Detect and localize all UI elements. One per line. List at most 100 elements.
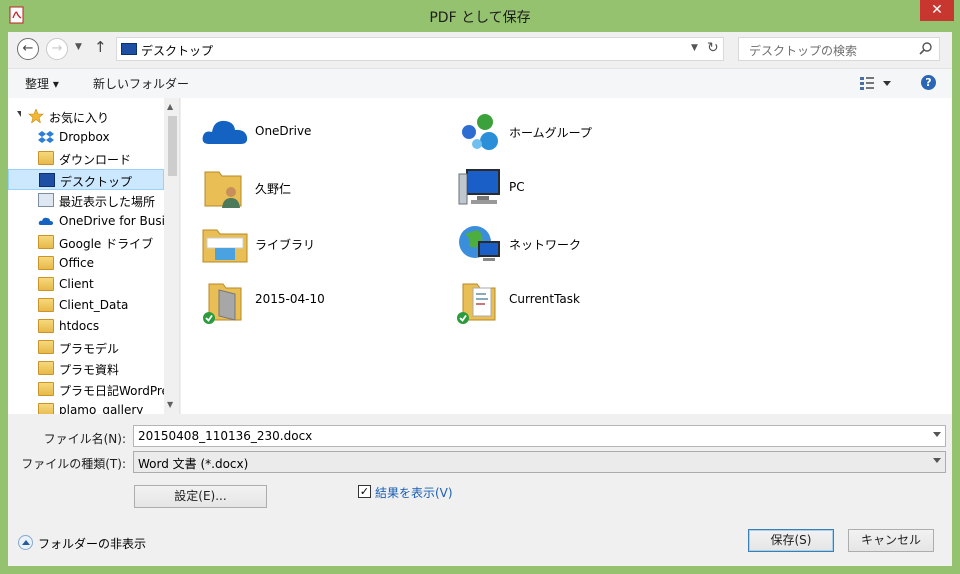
item-2015-04-10[interactable]: 2015-04-10 [201,276,451,328]
network-icon [459,226,500,261]
filename-field[interactable]: 20150408_110136_230.docx [133,425,946,447]
item-libraries[interactable]: ライブラリ [201,220,451,272]
nav-item-label: Dropbox [59,130,110,144]
filetype-select[interactable]: Word 文書 (*.docx) [133,451,946,473]
nav-item-label: 最近表示した場所 [59,195,156,209]
nav-item-label: htdocs [59,319,100,333]
nav-item-plamo-diary[interactable]: プラモ日記WordPress [8,379,164,400]
nav-item-client[interactable]: Client [8,274,164,295]
nav-item-office[interactable]: Office [8,253,164,274]
address-bar[interactable]: デスクトップ ▼ ↻ [116,37,724,61]
back-button[interactable]: ← [17,38,39,60]
nav-item-plamo-gallery[interactable]: plamo_gallery [8,400,164,414]
homegroup-icon [462,114,498,150]
nav-item-label: OneDrive for Business [59,214,164,228]
window-title: PDF として保存 [429,10,531,26]
nav-item-dropbox[interactable]: Dropbox [8,127,164,148]
onedrive-cloud-icon [202,120,248,144]
nav-item-label: お気に入り [49,111,110,125]
show-result-label[interactable]: 結果を表示(V) [375,484,453,501]
nav-pane-scrollbar[interactable]: ▲ ▼ [164,98,179,414]
change-view-icon[interactable] [858,74,892,92]
help-icon[interactable]: ? [921,75,936,90]
collapse-chevron-icon[interactable] [18,535,33,550]
item-label: OneDrive [255,124,312,138]
scrollbar-thumb[interactable] [168,116,177,176]
nav-item-desktop[interactable]: デスクトップ [8,169,164,190]
filetype-dropdown-icon[interactable] [933,458,941,463]
nav-item-google-drive[interactable]: Google ドライブ [8,232,164,253]
filename-value[interactable]: 20150408_110136_230.docx [138,429,312,443]
scroll-down-icon[interactable]: ▼ [167,400,173,409]
item-homegroup[interactable]: ホームグループ [455,108,705,160]
desktop-icon [39,173,55,187]
nav-item-label: Client [59,277,94,291]
show-result-checkbox[interactable]: ✓ [358,485,371,498]
folder-icon [38,277,54,291]
organize-button[interactable]: 整理 ▾ [25,75,59,92]
folder-icon [38,361,54,375]
nav-item-recent-places[interactable]: 最近表示した場所 [8,190,164,211]
folder-icon [38,256,54,270]
nav-item-label: Client_Data [59,298,129,312]
save-as-pdf-dialog: PDF として保存 ✕ ← → ▼ ↑ デスクトップ ▼ ↻ デスクトップの検索… [0,0,960,574]
item-label: CurrentTask [509,292,580,306]
nav-item-downloads[interactable]: ダウンロード [8,148,164,169]
close-button[interactable]: ✕ [920,0,954,21]
navigation-pane[interactable]: お気に入り Dropbox ダウンロード デスクトップ 最近表示した場所 One… [8,98,180,414]
scroll-up-icon[interactable]: ▲ [167,102,173,111]
synced-document-folder-icon [457,283,496,324]
nav-item-label: デスクトップ [60,175,133,189]
item-label: 久野仁 [255,182,292,196]
expand-chevron-icon[interactable] [17,111,21,117]
recent-locations-chevron-icon[interactable]: ▼ [75,42,82,52]
address-path[interactable]: デスクトップ [141,42,213,59]
item-label: 2015-04-10 [255,292,325,306]
filetype-label: ファイルの種類(T): [21,457,126,471]
folder-icon [38,403,54,414]
folder-icon [38,298,54,312]
filename-label: ファイル名(N): [43,432,126,446]
search-icon[interactable] [919,41,933,55]
item-label: PC [509,180,525,194]
nav-item-favorites[interactable]: お気に入り [8,106,164,127]
nav-item-label: プラモデル [59,342,120,356]
nav-item-client-data[interactable]: Client_Data [8,295,164,316]
user-folder-icon [204,171,242,208]
nav-item-onedrive-business[interactable]: OneDrive for Business [8,211,164,232]
item-currenttask[interactable]: CurrentTask [455,276,705,328]
search-input[interactable]: デスクトップの検索 [749,42,857,59]
dropbox-icon [38,131,54,143]
nav-item-plamo-materials[interactable]: プラモ資料 [8,358,164,379]
cancel-button[interactable]: キャンセル [848,529,934,552]
back-arrow-icon: ← [22,41,34,56]
up-arrow-icon[interactable]: ↑ [94,38,107,56]
nav-item-plamodel[interactable]: プラモデル [8,337,164,358]
file-list-pane[interactable]: OneDrive ホームグループ 久野仁 PC ライブラリ ネットワーク 201… [181,98,952,414]
item-onedrive[interactable]: OneDrive [201,108,451,160]
search-box[interactable]: デスクトップの検索 [738,37,940,61]
onedrive-icon [38,217,53,225]
hide-folders-label[interactable]: フォルダーの非表示 [38,535,146,552]
new-folder-button[interactable]: 新しいフォルダー [93,75,189,92]
refresh-icon[interactable]: ↻ [707,40,719,56]
item-pc[interactable]: PC [455,164,705,216]
folder-icon [38,340,54,354]
command-toolbar: 整理 ▾ 新しいフォルダー ? [8,68,952,98]
item-label: ライブラリ [255,238,316,252]
save-button[interactable]: 保存(S) [748,529,834,552]
nav-item-label: プラモ日記WordPress [59,384,164,398]
settings-button[interactable]: 設定(E)... [134,485,267,508]
recent-places-icon [38,193,54,207]
address-dropdown-icon[interactable]: ▼ [691,43,698,53]
nav-item-label: Office [59,256,95,270]
filetype-value[interactable]: Word 文書 (*.docx) [138,455,248,472]
item-user-folder[interactable]: 久野仁 [201,164,451,216]
pc-icon [458,169,500,205]
folder-icon [38,319,54,333]
forward-button[interactable]: → [46,38,68,60]
item-network[interactable]: ネットワーク [455,220,705,272]
desktop-icon [121,43,137,55]
filename-dropdown-icon[interactable] [933,432,941,437]
nav-item-htdocs[interactable]: htdocs [8,316,164,337]
